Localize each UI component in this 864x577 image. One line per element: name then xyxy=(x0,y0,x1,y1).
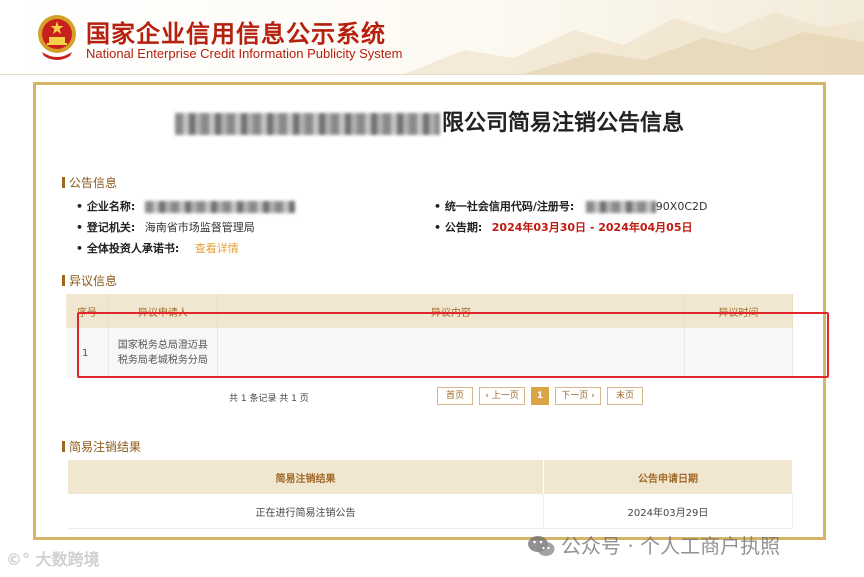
prev-page-button[interactable]: ‹ 上一页 xyxy=(479,387,525,405)
redacted-company-name xyxy=(174,113,440,135)
result-table-header: 简易注销结果 公告申请日期 xyxy=(68,460,794,494)
objection-section-title: 异议信息 xyxy=(62,272,117,289)
company-name-row: 企业名称: xyxy=(76,198,295,214)
credit-code-row: 统一社会信用代码/注册号: 90X0C2D xyxy=(434,198,707,214)
result-table: 简易注销结果 公告申请日期 正在进行简易注销公告 2024年03月29日 xyxy=(68,460,794,529)
site-title: 国家企业信用信息公示系统 xyxy=(86,20,386,48)
current-page-button[interactable]: 1 xyxy=(531,387,549,405)
watermark-left: ©° 大数跨境 xyxy=(6,550,100,569)
registration-authority-value: 海南省市场监督管理局 xyxy=(144,221,255,234)
notice-period-label: 公告期: xyxy=(434,221,482,234)
watermark-right: 公众号 · 个人工商户执照 xyxy=(527,530,780,559)
registration-authority-row: 登记机关: 海南省市场监督管理局 xyxy=(76,219,255,235)
column-header: 公告申请日期 xyxy=(543,460,794,494)
company-name-label: 企业名称: xyxy=(76,200,135,213)
investor-commitment-row: 全体投资人承诺书: 查看详情 xyxy=(76,240,239,256)
deregistration-result: 正在进行简易注销公告 xyxy=(68,494,544,529)
notice-period-value: 2024年03月30日 - 2024年04月05日 xyxy=(491,221,693,234)
last-page-button[interactable]: 末页 xyxy=(607,387,643,405)
site-header: 国家企业信用信息公示系统 National Enterprise Credit … xyxy=(0,0,864,75)
view-details-link[interactable]: 查看详情 xyxy=(195,242,239,255)
result-section-title: 简易注销结果 xyxy=(62,438,141,455)
table-row: 正在进行简易注销公告 2024年03月29日 xyxy=(68,494,794,529)
application-date: 2024年03月29日 xyxy=(543,494,794,529)
notice-frame: 限公司简易注销公告信息 公告信息 企业名称: 统一社会信用代码/注册号: 90X… xyxy=(33,82,826,540)
redacted-credit-code xyxy=(585,201,656,213)
wechat-icon xyxy=(528,536,555,556)
national-emblem-icon xyxy=(38,15,76,60)
page-title: 限公司简易注销公告信息 xyxy=(36,105,823,137)
next-page-button[interactable]: 下一页 › xyxy=(555,387,601,405)
mountain-landscape-decoration xyxy=(404,12,864,74)
column-header: 简易注销结果 xyxy=(68,460,544,494)
announcement-section-title: 公告信息 xyxy=(62,174,117,191)
site-subtitle: National Enterprise Credit Information P… xyxy=(86,46,403,61)
redacted-company-name-value xyxy=(144,201,295,213)
notice-period-row: 公告期: 2024年03月30日 - 2024年04月05日 xyxy=(434,219,692,235)
highlight-annotation-box xyxy=(77,312,829,378)
credit-code-visible: 90X0C2D xyxy=(655,200,708,213)
registration-authority-label: 登记机关: xyxy=(76,221,135,234)
first-page-button[interactable]: 首页 xyxy=(437,387,473,405)
investor-commitment-label: 全体投资人承诺书: xyxy=(76,242,179,255)
credit-code-label: 统一社会信用代码/注册号: xyxy=(434,200,574,213)
watermark-logo-icon: ©° xyxy=(6,550,30,569)
pagination-summary: 共 1 条记录 共 1 页 xyxy=(229,394,309,404)
